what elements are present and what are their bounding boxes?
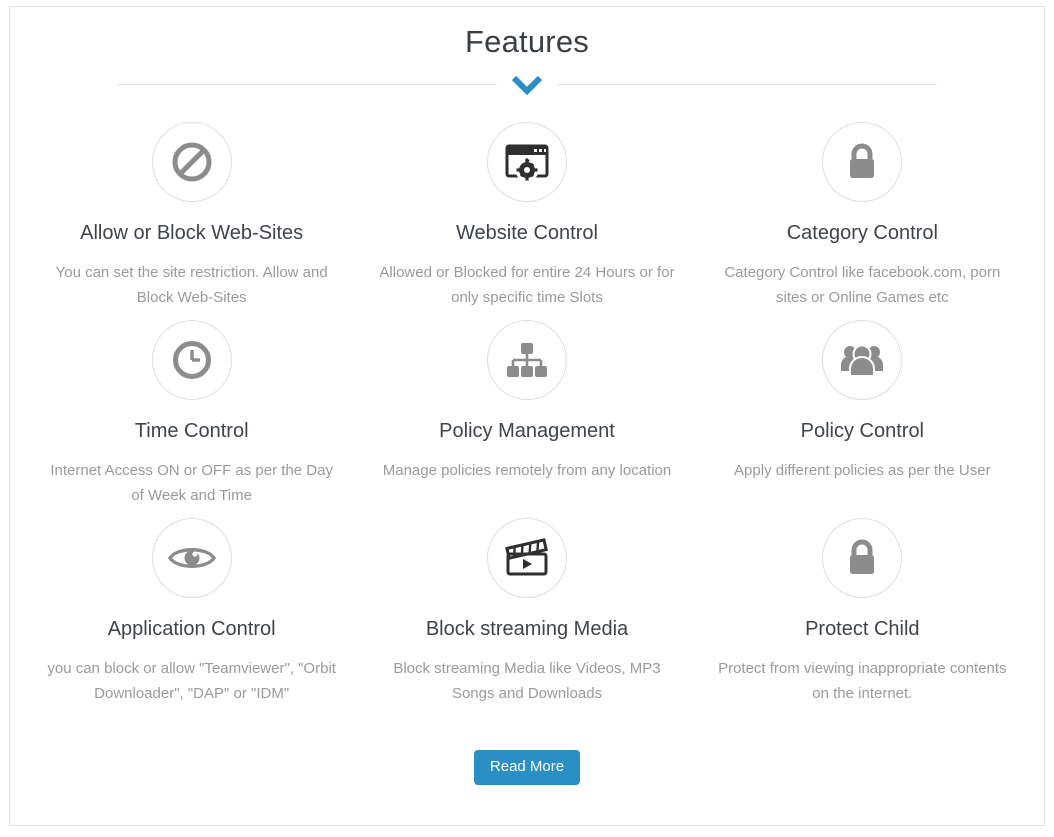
feature-description: Internet Access ON or OFF as per the Day… [50,462,333,504]
feature-title: Website Control [456,222,598,244]
ban-icon [151,122,232,202]
features-panel: Features Allow or Block Web-Sites You ca… [9,6,1045,826]
feature-description: you can block or allow "Teamviewer", "Or… [47,660,336,702]
feature-card: Application Control you can block or all… [24,508,359,706]
padlock-icon [822,122,903,202]
feature-description: Allowed or Blocked for entire 24 Hours o… [379,264,675,306]
divider-line-right [557,84,937,85]
feature-title: Policy Management [439,420,615,442]
read-more-button[interactable]: Read More [473,750,581,785]
features-grid: Allow or Block Web-Sites You can set the… [10,116,1044,706]
eye-icon [151,518,232,598]
padlock-icon [822,518,903,598]
feature-card: Policy Management Manage policies remote… [359,310,694,508]
users-group-icon [822,320,903,400]
feature-title: Protect Child [805,618,920,640]
sitemap-icon [486,320,567,400]
feature-title: Time Control [134,420,249,442]
feature-title: Policy Control [800,420,925,442]
feature-description: Apply different policies as per the User [734,462,991,479]
feature-description: You can set the site restriction. Allow … [55,264,328,306]
feature-title: Application Control [107,618,276,640]
feature-card: Block streaming Media Block streaming Me… [359,508,694,706]
divider-line-left [117,84,497,85]
title-divider [117,75,937,102]
feature-card: Protect Child Protect from viewing inapp… [695,508,1030,706]
film-clapperboard-icon [486,518,567,598]
feature-title: Category Control [786,222,938,244]
feature-title: Block streaming Media [425,618,629,640]
clock-icon [151,320,232,400]
feature-card: Allow or Block Web-Sites You can set the… [24,116,359,310]
feature-card: Category Control Category Control like f… [695,116,1030,310]
features-footer: Read More [10,750,1044,785]
feature-card: Website Control Allowed or Blocked for e… [359,116,694,310]
feature-title: Allow or Block Web-Sites [80,222,304,244]
feature-description: Manage policies remotely from any locati… [382,462,672,479]
page-title: Features [465,24,589,59]
feature-description: Protect from viewing inappropriate conte… [718,660,1007,702]
browser-window-gear-icon [486,122,567,202]
feature-description: Block streaming Media like Videos, MP3 S… [393,660,661,702]
feature-card: Time Control Internet Access ON or OFF a… [24,310,359,508]
chevron-down-icon [510,73,544,99]
feature-description: Category Control like facebook.com, porn… [724,264,1001,306]
features-page: Features Allow or Block Web-Sites You ca… [0,0,1054,837]
feature-card: Policy Control Apply different policies … [695,310,1030,508]
